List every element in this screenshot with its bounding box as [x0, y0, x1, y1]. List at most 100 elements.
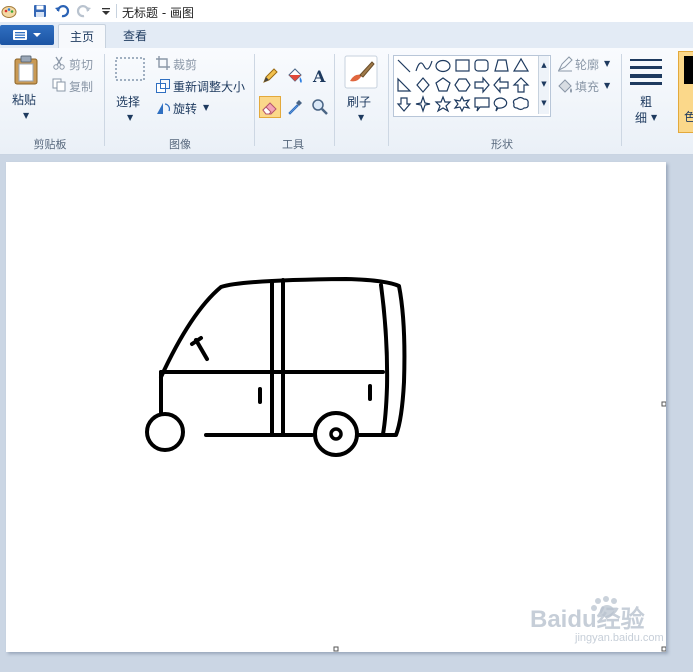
pentagon-shape-icon — [435, 77, 451, 92]
paint-app-icon[interactable] — [1, 3, 17, 19]
baidu-watermark-logo: Baidu经验 jingyan.baidu.com — [530, 596, 664, 644]
rounded-callout-shape-icon — [474, 97, 490, 112]
fill-label: 填充 — [575, 80, 600, 94]
outline-brush-icon — [557, 56, 573, 72]
drawing-canvas[interactable] — [6, 162, 667, 652]
pencil-tool[interactable] — [259, 65, 281, 87]
text-a-icon: A — [312, 67, 326, 86]
cut-button[interactable]: 剪切 — [50, 55, 100, 73]
paste-label: 粘贴 — [12, 93, 37, 107]
outline-dropdown-icon: ▼ — [604, 59, 611, 68]
rectangle-shape-icon — [455, 59, 470, 72]
color-picker-tool[interactable] — [284, 96, 306, 118]
text-tool[interactable]: A — [309, 65, 331, 87]
right-triangle-shape-icon — [397, 77, 412, 92]
ribbon: 粘贴 ▼ 剪切 复制 剪贴板 选择 ▼ 裁剪 重新调整大小 旋转 ▼ 图像 A … — [0, 48, 693, 155]
scissors-icon — [53, 56, 65, 70]
customize-qat-icon[interactable] — [98, 3, 114, 19]
size-button[interactable]: 粗 细 ▼ — [626, 53, 666, 133]
down-arrow-shape-icon — [396, 97, 412, 112]
color1-label: 色 — [684, 110, 693, 124]
magnifier-icon — [312, 99, 328, 115]
save-icon[interactable] — [32, 3, 48, 19]
paste-dropdown-icon: ▼ — [23, 111, 30, 120]
color1-button[interactable]: 色 — [678, 51, 693, 133]
fill-tool[interactable] — [284, 65, 306, 87]
crop-icon — [156, 56, 170, 70]
image-group-label: 图像 — [169, 138, 191, 151]
size-dropdown-icon: ▼ — [651, 113, 658, 122]
pencil-icon — [263, 68, 278, 83]
eraser-tool[interactable] — [259, 96, 281, 118]
file-menu-button[interactable] — [0, 25, 54, 45]
fill-button[interactable]: 填充 ▼ — [556, 77, 616, 95]
ribbon-tab-row: 主页 查看 — [0, 22, 693, 49]
up-arrow-shape-icon — [512, 77, 530, 93]
outline-label: 轮廓 — [575, 58, 600, 72]
undo-icon[interactable] — [54, 3, 70, 19]
brushes-button[interactable]: 刷子 ▼ — [340, 53, 382, 125]
right-arrow-shape-icon — [474, 76, 490, 94]
select-button[interactable]: 选择 ▼ — [110, 55, 150, 127]
polygon-shape-icon — [494, 59, 509, 72]
eraser-icon — [262, 102, 277, 115]
shapes-group-label: 形状 — [491, 138, 513, 151]
crop-button[interactable]: 裁剪 — [155, 55, 205, 73]
baidu-watermark: Baidu经验 jingyan.baidu.com — [520, 595, 670, 645]
group-separator — [621, 54, 622, 146]
resize-label: 重新调整大小 — [173, 80, 246, 94]
tab-view[interactable]: 查看 — [112, 24, 158, 48]
eyedropper-icon — [288, 100, 302, 115]
cut-label: 剪切 — [69, 58, 94, 72]
brushes-dropdown-icon: ▼ — [358, 113, 365, 122]
color1-swatch — [684, 56, 693, 84]
size-label-thin: 细 — [635, 111, 648, 125]
car-drawing — [145, 277, 667, 652]
expand-gallery-icon[interactable]: ▼ — [539, 94, 549, 113]
canvas-resize-handle-right[interactable] — [661, 401, 667, 407]
canvas-resize-handle-bottom[interactable] — [333, 646, 339, 652]
tab-home[interactable]: 主页 — [58, 24, 106, 49]
line-width-icon — [630, 59, 662, 85]
front-wheel — [145, 412, 185, 452]
scroll-down-icon[interactable]: ▼ — [539, 75, 549, 94]
select-rectangle-icon — [115, 57, 145, 81]
magnifier-tool[interactable] — [309, 96, 331, 118]
scroll-up-icon[interactable]: ▲ — [539, 56, 549, 75]
rotate-button[interactable]: 旋转 ▼ — [155, 99, 215, 117]
copy-button[interactable]: 复制 — [50, 77, 100, 95]
title-separator — [116, 4, 117, 18]
paint-bucket-icon — [288, 68, 302, 83]
svg-text:A: A — [312, 67, 326, 86]
fill-dropdown-icon: ▼ — [604, 81, 611, 90]
four-point-star-shape-icon — [415, 95, 431, 113]
canvas-resize-handle-corner[interactable] — [661, 646, 667, 652]
outline-button[interactable]: 轮廓 ▼ — [556, 55, 616, 73]
curve-shape-icon — [415, 60, 433, 72]
hexagon-shape-icon — [454, 78, 471, 92]
menu-icon — [13, 30, 41, 40]
triangle-shape-icon — [512, 57, 530, 72]
paste-button[interactable]: 粘贴 ▼ — [6, 53, 46, 123]
clipboard-group-label: 剪贴板 — [33, 138, 67, 151]
resize-icon — [156, 79, 170, 93]
copy-icon — [52, 78, 66, 92]
left-arrow-shape-icon — [493, 76, 509, 94]
group-separator — [334, 54, 335, 146]
brush-icon — [344, 55, 378, 89]
title-bar: 无标题 - 画图 — [0, 0, 693, 23]
crop-label: 裁剪 — [173, 58, 198, 72]
resize-button[interactable]: 重新调整大小 — [155, 77, 250, 95]
group-separator — [388, 54, 389, 146]
rotate-dropdown-icon: ▼ — [203, 103, 210, 112]
shapes-scroll[interactable]: ▲ ▼ ▼ — [538, 56, 549, 114]
paste-clipboard-icon — [14, 55, 38, 85]
rounded-rectangle-shape-icon — [474, 59, 489, 72]
line-shape-icon — [397, 59, 411, 73]
fill-bucket-icon — [558, 79, 572, 93]
redo-icon[interactable] — [76, 3, 92, 19]
shapes-grid — [396, 57, 530, 113]
cloud-callout-shape-icon — [512, 96, 529, 111]
select-dropdown-icon: ▼ — [127, 113, 134, 122]
shapes-gallery — [393, 55, 551, 117]
